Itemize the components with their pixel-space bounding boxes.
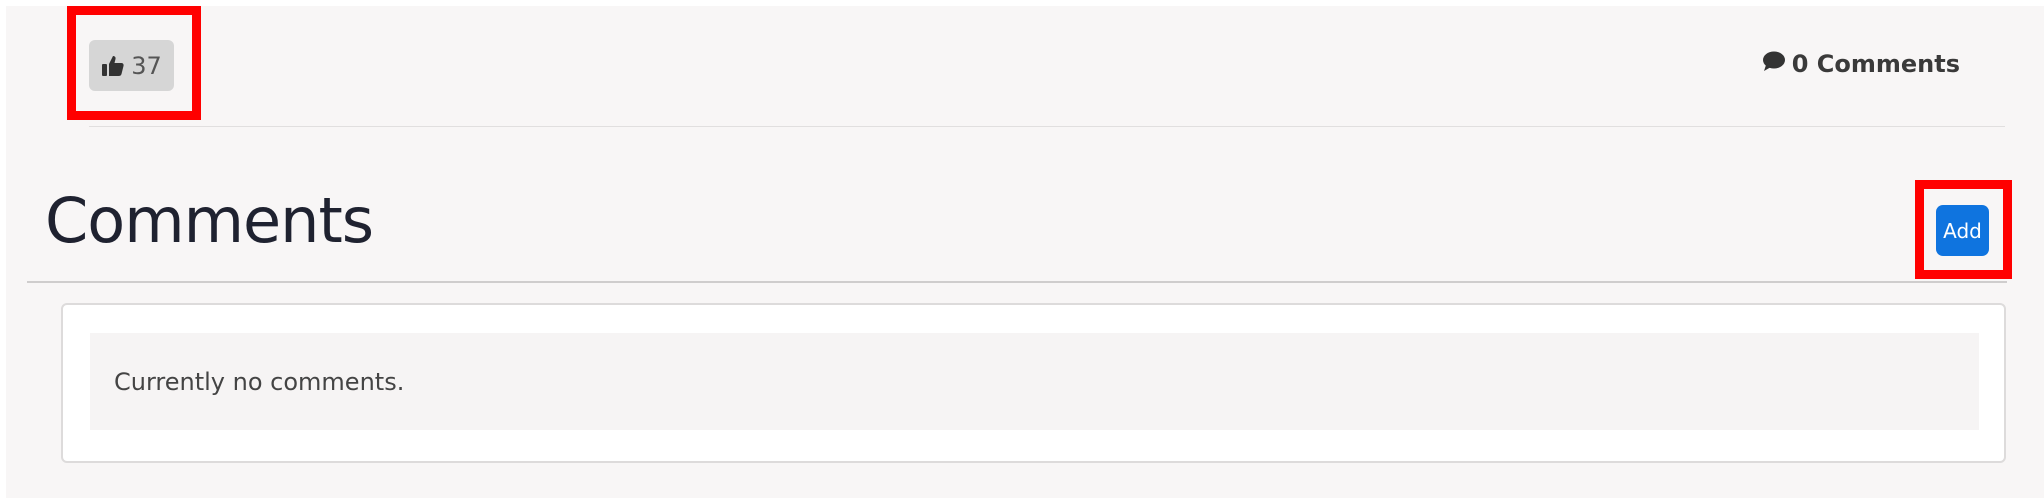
section-divider xyxy=(27,281,2007,283)
content-panel: 37 0 Comments Comments Add Currently no … xyxy=(6,6,2044,498)
like-count: 37 xyxy=(131,51,162,80)
top-divider xyxy=(89,126,2005,127)
comments-count-link[interactable]: 0 Comments xyxy=(1762,50,1960,78)
thumbs-up-icon xyxy=(101,54,125,78)
comments-card: Currently no comments. xyxy=(61,303,2006,463)
empty-comments-well: Currently no comments. xyxy=(90,333,1979,430)
comments-heading: Comments xyxy=(45,184,374,257)
like-button[interactable]: 37 xyxy=(89,40,174,91)
add-comment-button[interactable]: Add xyxy=(1936,205,1989,256)
empty-comments-message: Currently no comments. xyxy=(114,367,405,396)
comments-count-label: 0 Comments xyxy=(1791,50,1960,78)
page: 37 0 Comments Comments Add Currently no … xyxy=(0,0,2044,498)
comment-bubble-icon xyxy=(1762,50,1786,78)
